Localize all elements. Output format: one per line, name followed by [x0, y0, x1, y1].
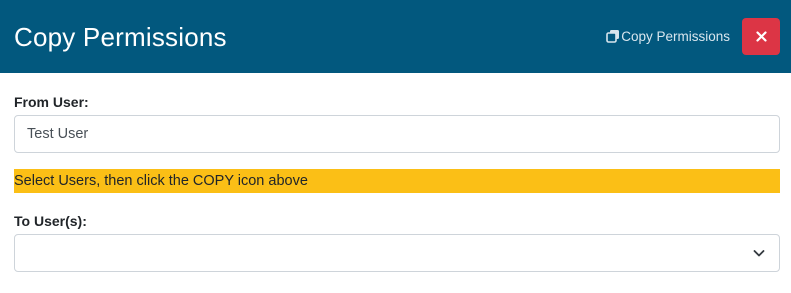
modal-title: Copy Permissions — [14, 21, 227, 52]
copy-permissions-button[interactable]: Copy Permissions — [606, 29, 730, 44]
modal-body: From User: Select Users, then click the … — [0, 73, 791, 272]
modal-header: Copy Permissions Copy Permissions — [0, 0, 791, 73]
to-users-select[interactable] — [14, 234, 780, 272]
to-users-label: To User(s): — [14, 213, 87, 229]
from-user-input[interactable] — [14, 115, 780, 153]
copy-permissions-modal: Copy Permissions Copy Permissions From U… — [0, 0, 791, 293]
close-icon — [755, 31, 767, 42]
copy-icon — [606, 29, 620, 43]
instruction-banner: Select Users, then click the COPY icon a… — [14, 169, 780, 193]
close-button[interactable] — [742, 18, 780, 55]
chevron-down-icon — [753, 247, 765, 259]
from-user-label: From User: — [14, 94, 89, 110]
copy-permissions-label: Copy Permissions — [621, 29, 730, 44]
header-actions: Copy Permissions — [606, 18, 780, 55]
